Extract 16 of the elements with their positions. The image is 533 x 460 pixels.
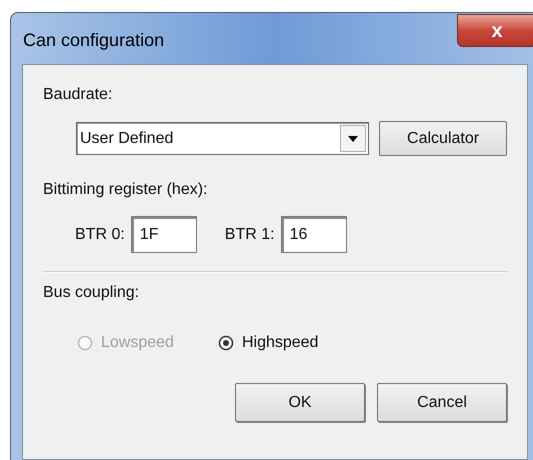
bittiming-label: Bittiming register (hex): [43, 180, 208, 200]
input-field[interactable]: 1F [130, 216, 197, 253]
cancel-button[interactable]: Cancel [377, 383, 507, 422]
baudrate-dropdown[interactable]: User Defined [76, 122, 370, 155]
window-title: Can configuration [23, 29, 164, 52]
baudrate-label: Baudrate: [43, 85, 114, 105]
radio-label: Lowspeed [101, 333, 174, 353]
close-button[interactable]: x [457, 14, 533, 47]
input-field[interactable]: 16 [280, 216, 347, 253]
calculator-button[interactable]: Calculator [379, 121, 507, 156]
field-label: BTR 1: [224, 224, 275, 244]
radio-label: Highspeed [242, 333, 318, 353]
radio-button[interactable] [218, 335, 234, 351]
field-label: BTR 0: [75, 224, 125, 244]
ok-button[interactable]: OK [235, 383, 365, 422]
bus-coupling-label: Bus coupling: [43, 283, 140, 303]
